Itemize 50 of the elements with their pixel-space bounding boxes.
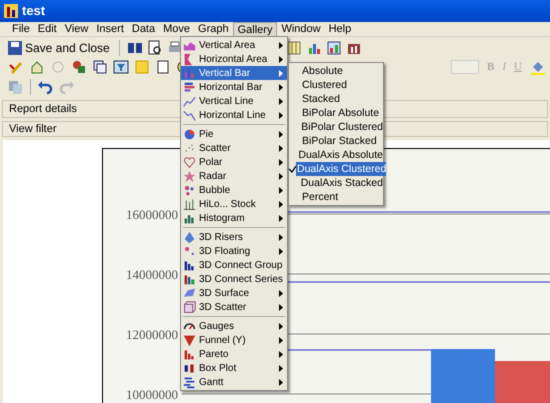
menu-item[interactable]: Box Plot (181, 361, 287, 375)
menu-item[interactable]: BiPolar Absolute (301, 106, 383, 120)
axis-label: 14000000 (126, 267, 178, 282)
menu-item[interactable]: Vertical Area (181, 38, 287, 52)
menu-item[interactable]: Vertical Line (181, 94, 287, 108)
menu-item[interactable]: File (8, 22, 34, 36)
menu-item[interactable]: Horizontal Bar (181, 80, 287, 94)
menu-item[interactable]: HiLo... Stock (181, 197, 287, 211)
menu-item[interactable]: BiPolar Clustered (300, 120, 383, 134)
menu-item[interactable]: Horizontal Line (181, 108, 287, 122)
axis-label: 12000000 (126, 327, 178, 342)
menu-item[interactable]: Funnel (Y) (181, 333, 287, 347)
menu-item[interactable]: 3D Connect Group (181, 258, 287, 272)
menu-item[interactable]: Gantt (181, 375, 287, 389)
menu-item[interactable]: Insert (92, 22, 128, 36)
menu-item[interactable]: Gallery (232, 22, 278, 36)
menu-item[interactable]: Data (128, 22, 160, 36)
menu-item[interactable]: Stacked (301, 92, 383, 106)
menu-item[interactable]: Clustered (301, 78, 383, 92)
menu-item[interactable]: Help (324, 22, 356, 36)
menu-item[interactable]: Gauges (181, 319, 287, 333)
menu-item[interactable]: Absolute (301, 64, 383, 78)
menu-item[interactable]: Radar (181, 169, 287, 183)
menu-item[interactable]: BiPolar Stacked (301, 134, 383, 148)
menu-item[interactable]: 3D Scatter (181, 300, 287, 314)
menu-item[interactable]: Graph (194, 22, 233, 36)
menu-item[interactable]: 3D Surface (181, 286, 287, 300)
menu-item[interactable]: Histogram (181, 211, 287, 225)
axis-label: 10000000 (126, 387, 178, 402)
menu-item[interactable]: View (60, 22, 92, 36)
menu-item[interactable]: Percent (301, 190, 383, 204)
menu-item[interactable]: DualAxis Absolute (297, 148, 383, 162)
menu-item[interactable]: Bubble (181, 183, 287, 197)
menu-item[interactable]: Window (277, 22, 325, 36)
menu-item[interactable]: Pareto (181, 347, 287, 361)
menu-item[interactable]: Move (159, 22, 194, 36)
axis-label: 16000000 (126, 207, 178, 222)
menu-item[interactable]: Horizontal Area (181, 52, 287, 66)
menu-item[interactable]: Edit (34, 22, 61, 36)
menu-item[interactable]: 3D Risers (181, 230, 287, 244)
menu-item[interactable]: 3D Floating (181, 244, 287, 258)
menu-item[interactable]: 3D Connect Series (181, 272, 287, 286)
window-title: test (22, 2, 46, 20)
save-and-close-button[interactable]: Save and Close (6, 39, 112, 57)
menu-item[interactable]: Pie (181, 127, 287, 141)
menu-item[interactable]: DualAxis Clustered (296, 162, 386, 176)
menu-item[interactable]: Polar (181, 155, 287, 169)
menu-item[interactable]: Vertical Bar (181, 66, 287, 80)
menu-item[interactable]: DualAxis Stacked (300, 176, 383, 190)
menu-item[interactable]: Scatter (181, 141, 287, 155)
